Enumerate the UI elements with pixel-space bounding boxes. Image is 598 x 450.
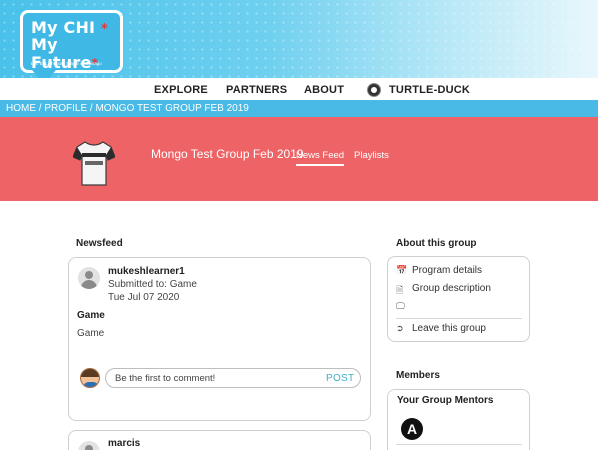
comment-placeholder[interactable]: Be the first to comment! bbox=[115, 373, 215, 384]
post-title: Game bbox=[77, 310, 105, 321]
program-details-link[interactable]: Program details bbox=[412, 265, 482, 276]
nav-user[interactable]: TURTLE-DUCK bbox=[389, 84, 470, 96]
logo-line-2: My Future* bbox=[31, 35, 99, 73]
jersey-icon bbox=[73, 141, 115, 186]
post-comment-button[interactable]: POST bbox=[326, 373, 354, 384]
group-title: Mongo Test Group Feb 2019 bbox=[151, 147, 304, 161]
monitor-icon[interactable]: 🖵 bbox=[396, 301, 405, 312]
nav-partners[interactable]: PARTNERS bbox=[226, 84, 287, 96]
post-submitted: Submitted to: Game bbox=[108, 279, 197, 290]
tab-playlists[interactable]: Playlists bbox=[354, 150, 389, 161]
divider bbox=[396, 444, 522, 445]
post-date: Tue Jul 07 2020 bbox=[108, 292, 180, 303]
group-description-link[interactable]: Group description bbox=[412, 283, 491, 294]
logo-tagline: Lori E. Lightfoot · Mayor of Chicago bbox=[31, 61, 102, 66]
post-author[interactable]: mukeshlearner1 bbox=[108, 266, 185, 277]
mentors-label: Your Group Mentors bbox=[397, 395, 494, 406]
breadcrumb: HOME / PROFILE / MONGO TEST GROUP FEB 20… bbox=[0, 100, 598, 117]
exit-icon: ➲ bbox=[396, 323, 404, 333]
newsfeed-heading: Newsfeed bbox=[76, 238, 123, 249]
calendar-icon: 📅 bbox=[396, 265, 408, 275]
commenter-avatar bbox=[80, 368, 100, 388]
post-author[interactable]: marcis bbox=[108, 438, 140, 449]
divider bbox=[396, 318, 522, 319]
main-nav bbox=[0, 78, 598, 100]
star-icon: * bbox=[101, 22, 108, 37]
breadcrumb-text[interactable]: HOME / PROFILE / MONGO TEST GROUP FEB 20… bbox=[6, 103, 249, 114]
leave-group-link[interactable]: Leave this group bbox=[412, 323, 486, 334]
about-heading: About this group bbox=[396, 238, 477, 249]
tab-news-feed[interactable]: News Feed bbox=[296, 150, 345, 166]
nav-about[interactable]: ABOUT bbox=[304, 84, 344, 96]
mentor-avatar[interactable]: A bbox=[401, 418, 423, 440]
nav-explore[interactable]: EXPLORE bbox=[154, 84, 208, 96]
members-heading: Members bbox=[396, 370, 440, 381]
user-avatar-icon[interactable] bbox=[367, 83, 381, 97]
avatar bbox=[78, 267, 100, 289]
document-icon: 🗎 bbox=[396, 285, 404, 295]
site-logo[interactable]: My CHI * My Future* Lori E. Lightfoot · … bbox=[20, 10, 123, 73]
post-body: Game bbox=[77, 328, 105, 339]
